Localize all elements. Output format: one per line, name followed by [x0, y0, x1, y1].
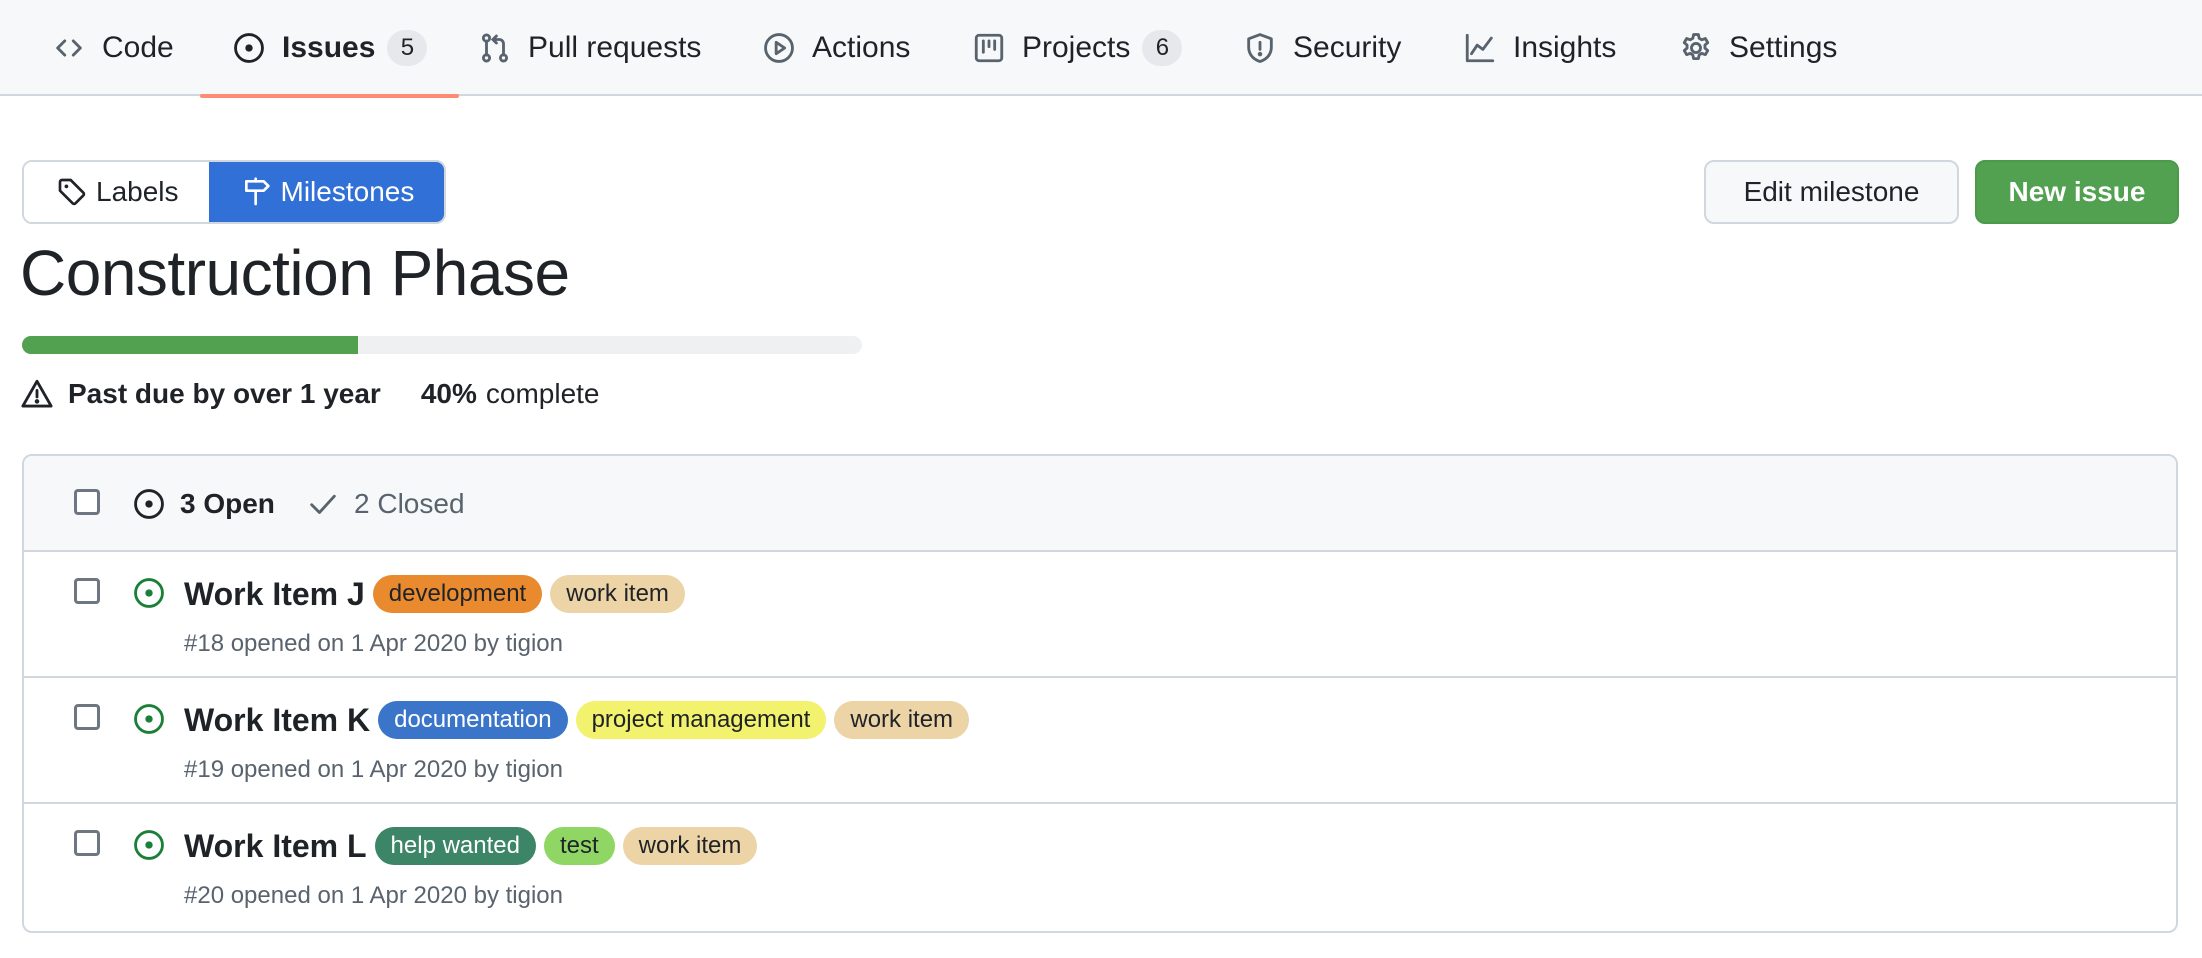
label-test[interactable]: test [543, 827, 615, 865]
tab-insights[interactable]: Insights [1463, 0, 1616, 96]
label-work-item[interactable]: work item [550, 575, 685, 613]
issues-box: 3 Open 2 Closed Work Item J development … [22, 454, 2178, 933]
tab-settings-label: Settings [1729, 31, 1838, 64]
play-icon [764, 33, 794, 63]
issue-opened-icon [134, 704, 164, 734]
code-icon [56, 39, 82, 57]
issue-opened-icon [134, 489, 164, 519]
issues-count-badge: 5 [387, 30, 428, 66]
closed-issues-filter[interactable]: 2 Closed [306, 456, 465, 552]
milestone-meta: Past due by over 1 year 40% complete [20, 374, 600, 414]
issue-row: Work Item J development work item #18 op… [24, 552, 2176, 678]
projects-count-badge: 6 [1142, 30, 1183, 66]
tab-projects[interactable]: Projects 6 [972, 0, 1183, 96]
tab-projects-label: Projects [1022, 31, 1131, 64]
edit-milestone-button[interactable]: Edit milestone [1704, 160, 1959, 224]
tag-icon [58, 178, 86, 206]
milestone-progress-bar [22, 336, 862, 354]
issue-title-link[interactable]: Work Item L [184, 828, 367, 865]
open-issues-filter[interactable]: 3 Open [132, 456, 275, 552]
repo-nav: Code Issues 5 Pull requests Actions Proj… [0, 0, 2202, 98]
tab-actions[interactable]: Actions [762, 0, 910, 96]
tab-settings[interactable]: Settings [1679, 0, 1837, 96]
issue-opened-icon [234, 33, 264, 63]
graph-icon [1465, 33, 1495, 63]
issue-checkbox[interactable] [74, 830, 100, 856]
milestone-title: Construction Phase [20, 237, 570, 309]
tab-code[interactable]: Code [52, 0, 174, 96]
select-all-checkbox[interactable] [74, 489, 100, 515]
project-icon [974, 33, 1004, 63]
issue-opened-icon [134, 830, 164, 860]
percent-complete: 40% [420, 378, 477, 409]
label-work-item[interactable]: work item [834, 701, 970, 739]
issue-meta: #18 opened on 1 Apr 2020 by tigion [184, 630, 563, 657]
new-issue-button[interactable]: New issue [1975, 160, 2179, 224]
label-work-item[interactable]: work item [622, 827, 758, 865]
issue-meta: #20 opened on 1 Apr 2020 by tigion [184, 882, 563, 909]
open-issues-count: 3 Open [180, 488, 275, 519]
issue-row: Work Item K documentation project manage… [24, 678, 2176, 804]
tab-issues[interactable]: Issues 5 [199, 0, 460, 98]
complete-text: complete [485, 378, 600, 409]
issue-meta: #19 opened on 1 Apr 2020 by tigion [184, 756, 563, 783]
tab-insights-label: Insights [1513, 31, 1617, 64]
tab-security[interactable]: Security [1243, 0, 1401, 96]
label-documentation[interactable]: documentation [378, 701, 568, 739]
closed-issues-count: 2 Closed [354, 488, 465, 519]
tab-issues-label: Issues [282, 31, 376, 64]
issue-checkbox[interactable] [74, 704, 100, 730]
git-pull-request-icon [481, 33, 509, 63]
issue-checkbox[interactable] [74, 578, 100, 604]
issue-row: Work Item L help wanted test work item #… [24, 804, 2176, 930]
tab-pull-requests[interactable]: Pull requests [478, 0, 701, 96]
tab-actions-label: Actions [812, 31, 911, 64]
gear-icon [1682, 33, 1710, 61]
issue-title-line: Work Item J development work item [184, 572, 693, 616]
issue-title-line: Work Item K documentation project manage… [184, 698, 977, 742]
milestones-link[interactable]: Milestones [208, 162, 445, 222]
milestone-progress-fill [22, 336, 358, 354]
label-help-wanted[interactable]: help wanted [374, 827, 536, 865]
alert-icon [21, 379, 53, 408]
labels-link-text: Labels [96, 176, 179, 207]
milestone-icon [244, 177, 270, 206]
issue-title-link[interactable]: Work Item K [184, 702, 370, 739]
milestones-link-text: Milestones [280, 176, 415, 207]
tab-pull-requests-label: Pull requests [528, 31, 702, 64]
label-development[interactable]: development [372, 575, 543, 613]
tab-code-label: Code [102, 31, 174, 64]
due-status: Past due by over 1 year [68, 378, 381, 409]
issues-box-header: 3 Open 2 Closed [24, 456, 2176, 552]
check-icon [310, 494, 336, 514]
shield-icon [1247, 33, 1273, 63]
issue-title-link[interactable]: Work Item J [184, 576, 365, 613]
issue-title-line: Work Item L help wanted test work item [184, 824, 765, 868]
tab-security-label: Security [1293, 31, 1402, 64]
issue-opened-icon [134, 578, 164, 608]
label-project-management[interactable]: project management [575, 701, 827, 739]
labels-link[interactable]: Labels [24, 162, 209, 222]
labels-milestones-switcher: Labels Milestones [22, 160, 447, 224]
